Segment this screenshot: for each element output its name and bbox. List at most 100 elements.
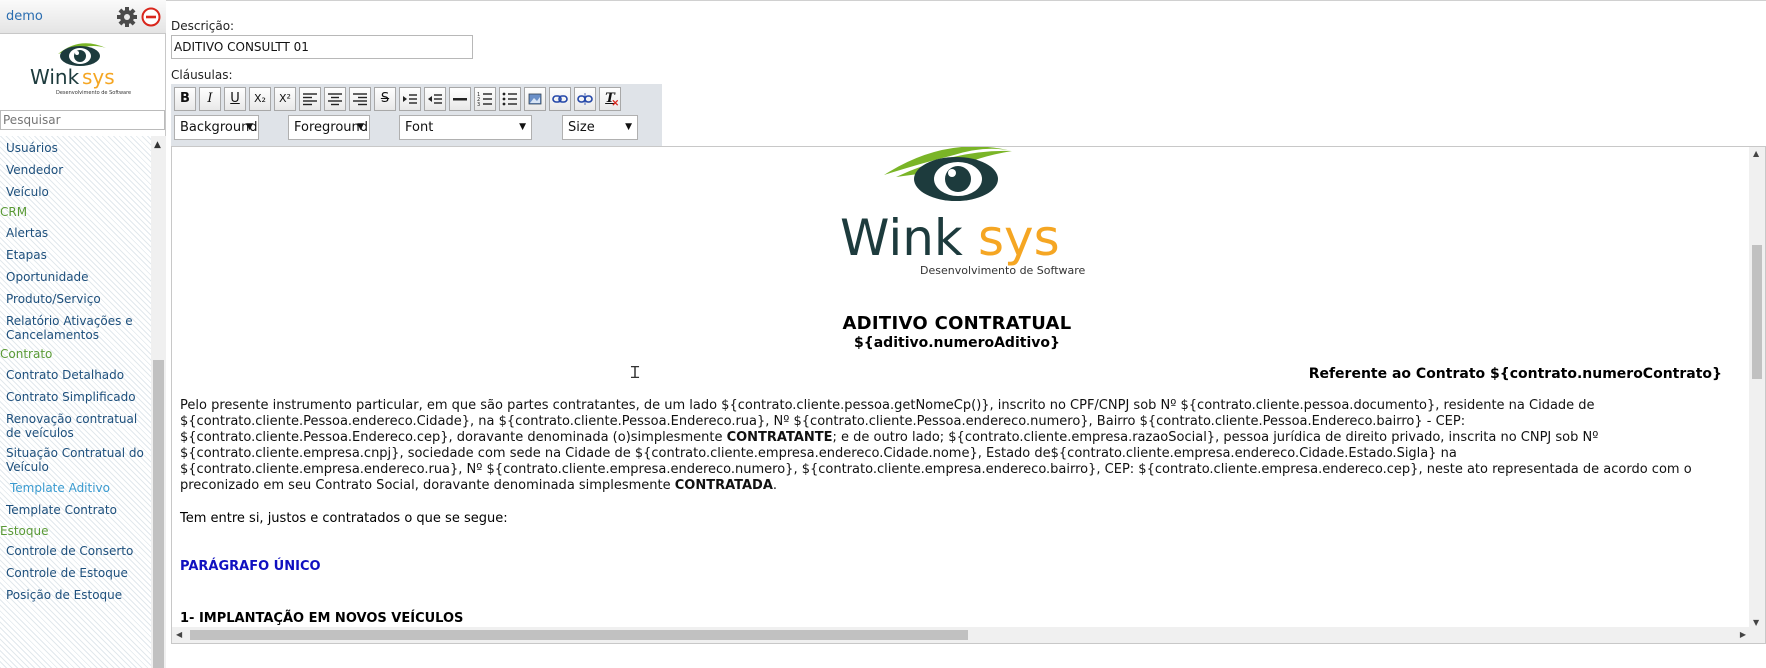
indent-icon [403,94,417,104]
sidebar-item-template-contrato[interactable]: Template Contrato [6,503,151,517]
editor-horizontal-scroll-thumb[interactable] [190,630,968,640]
svg-text:Desenvolvimento de Software: Desenvolvimento de Software [920,264,1086,277]
svg-text:Wink: Wink [840,209,963,267]
clear-format-button[interactable]: T ✕ [599,87,621,111]
sidebar-search-input[interactable] [0,110,165,130]
sidebar-header: demo [0,0,166,34]
align-center-icon [328,93,342,106]
text-cursor-icon: Ｉ [627,363,644,382]
dropdown-arrow-icon: ▼ [357,122,364,132]
horizontal-rule-button[interactable] [449,87,471,111]
svg-text:sys: sys [82,65,115,89]
sidebar-item-template-aditivo[interactable]: Template Aditivo [10,481,151,495]
sidebar-item-controle-conserto[interactable]: Controle de Conserto [6,544,151,558]
font-select[interactable]: Font ▼ [399,115,532,140]
scroll-up-arrow-icon[interactable]: ▲ [154,140,161,150]
editor-vertical-scrollbar[interactable]: ▲ ▼ [1749,147,1765,629]
company-logo: Wink sys Desenvolvimento de Software [22,38,140,100]
ordered-list-button[interactable]: 123 [474,87,496,111]
clausulas-label: Cláusulas: [171,68,233,82]
scroll-up-arrow-icon[interactable]: ▲ [1753,149,1759,158]
sidebar-group-contrato[interactable]: Contrato [0,347,52,361]
insert-image-button[interactable] [524,87,546,111]
outdent-button[interactable] [424,87,446,111]
insert-link-button[interactable] [549,87,571,111]
sidebar-item-etapas[interactable]: Etapas [6,248,151,262]
contratada-term: CONTRATADA [674,478,773,493]
intro-text-end: . [772,478,778,493]
unordered-list-icon [502,92,517,106]
italic-button[interactable]: I [199,87,221,111]
svg-text:sys: sys [978,209,1060,267]
editor-toolbar: B I U X₂ X² S 123 T ✕ Background ▼ Foreg… [171,84,662,146]
dropdown-arrow-icon: ▼ [519,122,526,132]
sidebar-nav: Usuários Vendedor Veículo CRM Alertas Et… [0,136,151,668]
sidebar-item-situacao-contratual[interactable]: Situação Contratual do Veículo [6,446,151,474]
size-select[interactable]: Size ▼ [562,115,638,140]
descricao-input[interactable] [171,35,473,59]
indent-button[interactable] [399,87,421,111]
sidebar-group-crm[interactable]: CRM [0,205,27,219]
sidebar-item-veiculo[interactable]: Veículo [6,185,151,199]
unordered-list-button[interactable] [499,87,521,111]
align-left-icon [303,93,317,106]
dropdown-arrow-icon: ▼ [625,122,632,132]
sidebar-item-oportunidade[interactable]: Oportunidade [6,270,151,284]
sidebar-item-relatorio-ativacoes[interactable]: Relatório Ativações e Cancelamentos [6,314,151,342]
section-heading: 1- IMPLANTAÇÃO EM NOVOS VEÍCULOS [180,611,464,626]
align-right-icon [353,93,367,106]
sidebar-item-alertas[interactable]: Alertas [6,226,151,240]
svg-text:Desenvolvimento de Software: Desenvolvimento de Software [56,90,131,96]
svg-text:3: 3 [477,102,480,107]
document-title: ADITIVO CONTRATUAL [842,313,1072,334]
contratante-term: CONTRATANTE [726,430,833,445]
top-border [166,0,1766,1]
unlink-icon [577,93,593,105]
clear-x-icon: ✕ [611,99,619,109]
scroll-down-arrow-icon[interactable]: ▼ [1753,618,1759,627]
paragraph-heading: PARÁGRAFO ÚNICO [180,559,321,574]
underline-button[interactable]: U [224,87,246,111]
horizontal-rule-icon [453,98,467,101]
align-center-button[interactable] [324,87,346,111]
document-reference: Referente ao Contrato ${contrato.numeroC… [1308,366,1722,382]
sidebar-scrollbar[interactable]: ▲ [151,136,166,668]
background-select[interactable]: Background ▼ [174,115,259,140]
align-left-button[interactable] [299,87,321,111]
sidebar-item-produto-servico[interactable]: Produto/Serviço [6,292,151,306]
sidebar-item-controle-estoque[interactable]: Controle de Estoque [6,566,151,580]
rich-text-editor[interactable]: Wink sys Desenvolvimento de Software ADI… [171,146,1766,644]
sidebar-item-posicao-estoque[interactable]: Posição de Estoque [6,588,151,602]
sidebar-item-contrato-simplificado[interactable]: Contrato Simplificado [6,390,151,404]
link-icon [552,95,568,103]
svg-text:Wink: Wink [30,65,80,89]
logout-icon[interactable] [141,7,161,27]
scroll-left-arrow-icon[interactable]: ◀ [176,630,182,639]
sidebar-item-contrato-detalhado[interactable]: Contrato Detalhado [6,368,151,382]
foreground-select[interactable]: Foreground ▼ [288,115,370,140]
scroll-right-arrow-icon[interactable]: ▶ [1740,630,1746,639]
document-intro-paragraph: Pelo presente instrumento particular, em… [180,398,1725,494]
user-name[interactable]: demo [6,9,43,24]
sidebar-scroll-thumb[interactable] [153,360,164,668]
ordered-list-icon: 123 [477,92,492,107]
superscript-button[interactable]: X² [274,87,296,111]
document-logo: Wink sys Desenvolvimento de Software [836,147,1096,283]
image-icon [528,93,542,105]
subscript-button[interactable]: X₂ [249,87,271,111]
size-select-label: Size [568,120,595,135]
editor-horizontal-scrollbar[interactable]: ◀ ▶ [172,627,1765,643]
sidebar-group-estoque[interactable]: Estoque [0,524,49,538]
sidebar-item-usuarios[interactable]: Usuários [6,141,151,155]
align-right-button[interactable] [349,87,371,111]
editor-vertical-scroll-thumb[interactable] [1752,245,1762,379]
gear-icon[interactable] [116,6,138,28]
sidebar-item-renovacao-contratual[interactable]: Renovação contratual de veículos [6,412,151,440]
strikethrough-button[interactable]: S [374,87,396,111]
font-select-label: Font [405,120,434,135]
remove-link-button[interactable] [574,87,596,111]
bold-button[interactable]: B [174,87,196,111]
outdent-icon [428,94,442,104]
editor-document[interactable]: Wink sys Desenvolvimento de Software ADI… [172,147,1750,631]
sidebar-item-vendedor[interactable]: Vendedor [6,163,151,177]
